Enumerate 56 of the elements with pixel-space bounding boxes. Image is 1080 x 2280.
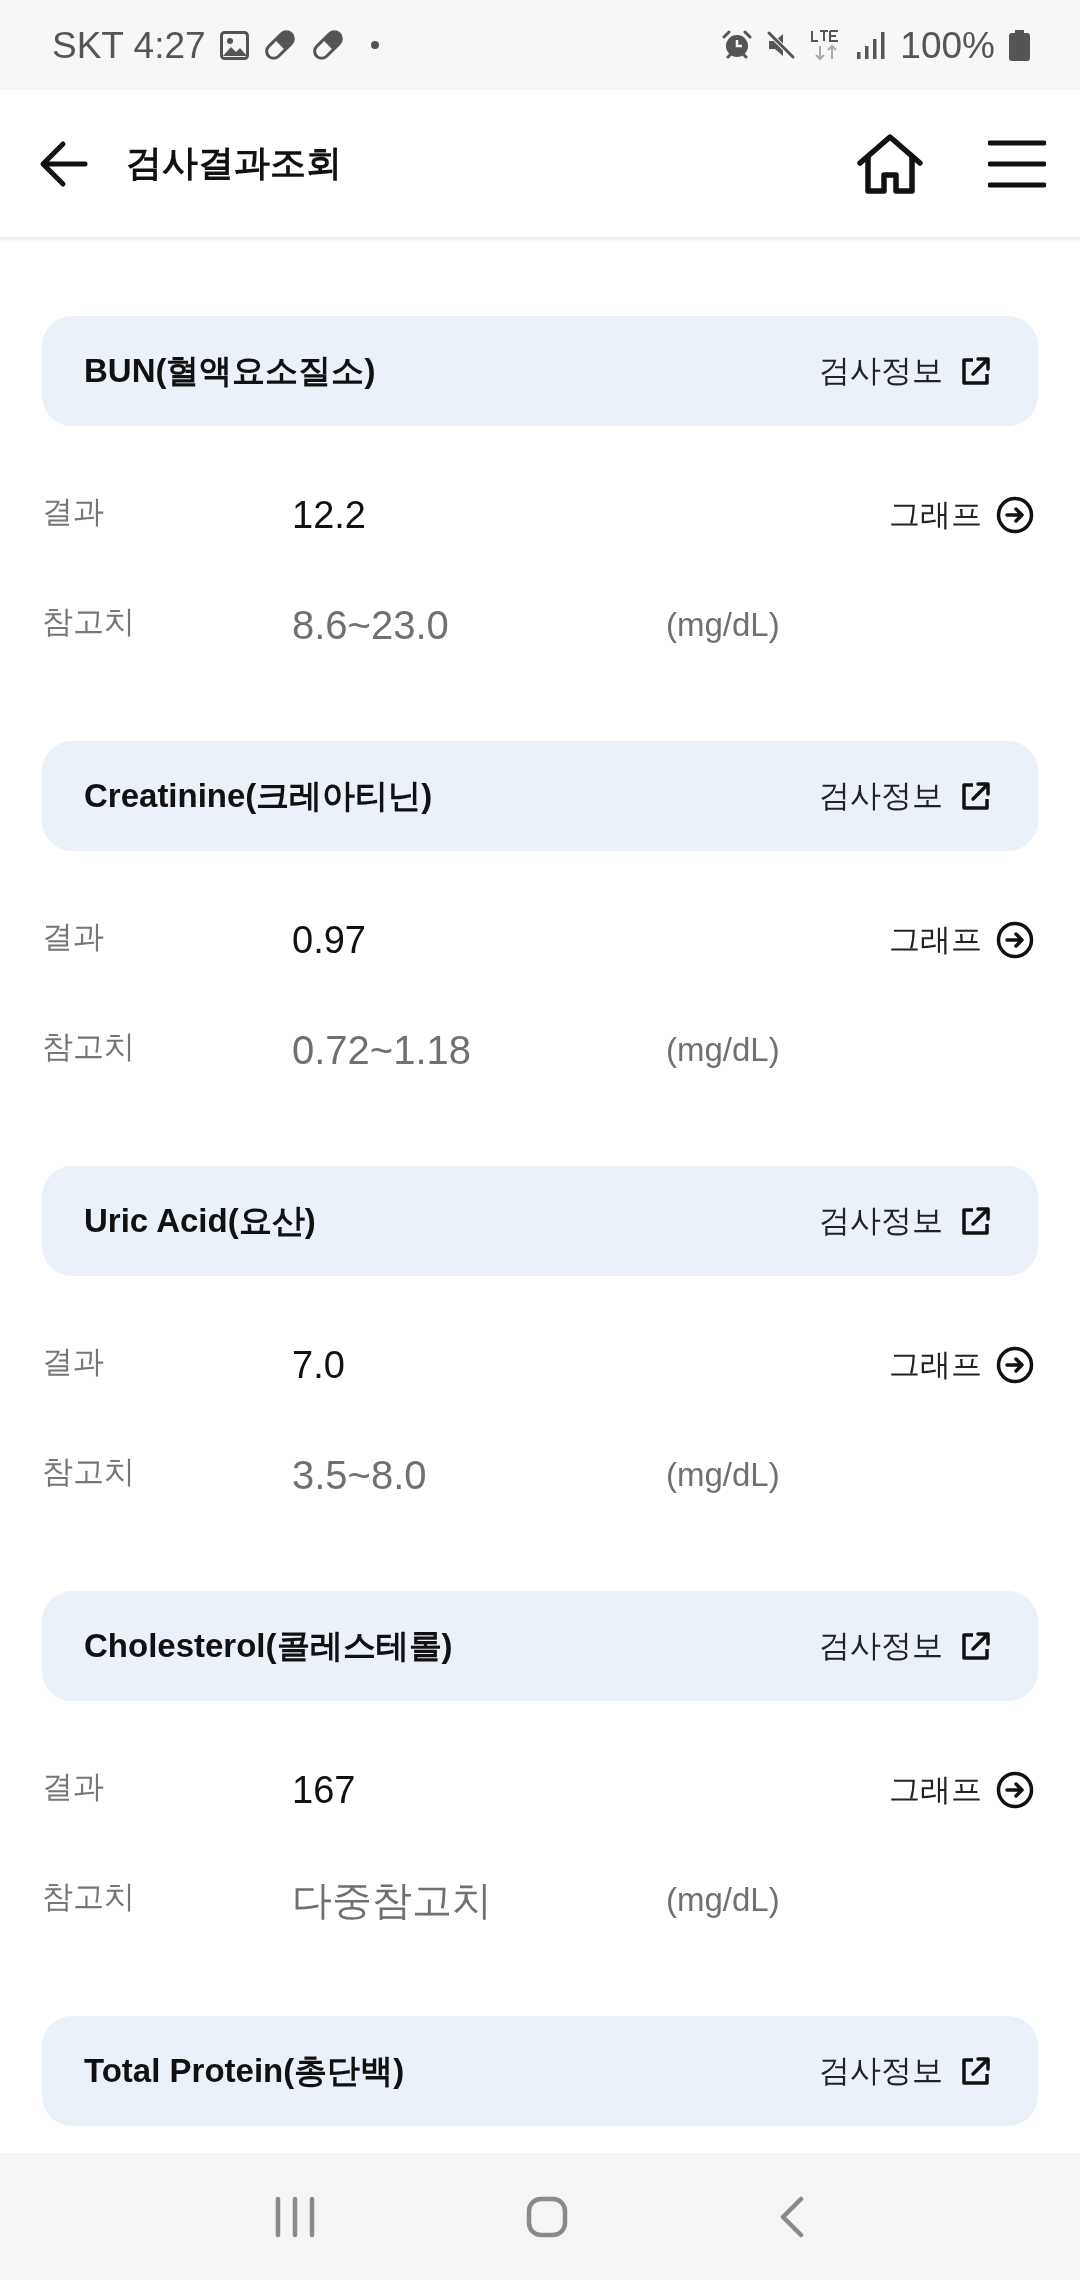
back-button[interactable] bbox=[38, 139, 88, 188]
unit-text: (mg/dL) bbox=[666, 1031, 780, 1069]
unit-text: (mg/dL) bbox=[666, 1881, 780, 1919]
menu-button[interactable] bbox=[988, 138, 1046, 189]
reference-label: 참고치 bbox=[42, 603, 135, 641]
signal-icon bbox=[856, 30, 887, 60]
info-link[interactable]: 검사정보 bbox=[819, 350, 992, 392]
battery-percent: 100% bbox=[900, 26, 995, 64]
unit-text: (mg/dL) bbox=[666, 1456, 780, 1494]
external-link-icon bbox=[959, 1204, 992, 1238]
pill-icon bbox=[262, 28, 297, 62]
battery-icon bbox=[1009, 29, 1030, 61]
result-label: 결과 bbox=[42, 1768, 104, 1806]
reference-label: 참고치 bbox=[42, 1028, 135, 1066]
info-link[interactable]: 검사정보 bbox=[819, 1625, 992, 1667]
test-name: Creatinine(크레아티닌) bbox=[84, 775, 433, 816]
external-link-icon bbox=[959, 2054, 992, 2088]
reference-label: 참고치 bbox=[42, 1878, 135, 1916]
pill-icon bbox=[310, 28, 345, 62]
external-link-icon bbox=[959, 779, 992, 813]
result-value: 167 bbox=[292, 1768, 356, 1812]
alarm-icon bbox=[722, 30, 753, 60]
result-value: 12.2 bbox=[292, 493, 366, 537]
notification-dot-icon bbox=[370, 41, 379, 49]
carrier-time: SKT 4:27 bbox=[52, 26, 206, 64]
graph-link[interactable]: 그래프 bbox=[889, 919, 1034, 961]
test-name: Uric Acid(요산) bbox=[84, 1200, 316, 1241]
home-button[interactable] bbox=[856, 132, 924, 195]
reference-range: 8.6~23.0 bbox=[292, 602, 449, 648]
reference-range: 3.5~8.0 bbox=[292, 1452, 427, 1498]
test-name: BUN(혈액요소질소) bbox=[84, 350, 376, 391]
reference-label: 참고치 bbox=[42, 1453, 135, 1491]
graph-link[interactable]: 그래프 bbox=[889, 1769, 1034, 1811]
page-title: 검사결과조회 bbox=[126, 141, 342, 185]
home-nav-button[interactable] bbox=[526, 2195, 568, 2238]
test-name: Total Protein(총단백) bbox=[84, 2050, 405, 2091]
info-link[interactable]: 검사정보 bbox=[819, 2050, 992, 2092]
external-link-icon bbox=[959, 354, 992, 388]
image-icon bbox=[219, 30, 249, 60]
info-link[interactable]: 검사정보 bbox=[819, 1200, 992, 1242]
result-label: 결과 bbox=[42, 918, 104, 956]
result-value: 0.97 bbox=[292, 918, 366, 962]
back-nav-button[interactable] bbox=[778, 2195, 805, 2238]
mute-icon bbox=[766, 30, 797, 60]
info-link[interactable]: 검사정보 bbox=[819, 775, 992, 817]
external-link-icon bbox=[959, 1629, 992, 1663]
result-label: 결과 bbox=[42, 493, 104, 531]
test-name: Cholesterol(콜레스테롤) bbox=[84, 1625, 453, 1666]
recent-apps-button[interactable] bbox=[275, 2195, 316, 2238]
graph-link[interactable]: 그래프 bbox=[889, 494, 1034, 536]
unit-text: (mg/dL) bbox=[666, 606, 780, 644]
reference-range: 0.72~1.18 bbox=[292, 1027, 472, 1073]
result-label: 결과 bbox=[42, 1343, 104, 1381]
result-value: 7.0 bbox=[292, 1343, 345, 1387]
graph-link[interactable]: 그래프 bbox=[889, 1344, 1034, 1386]
reference-range: 다중참고치 bbox=[292, 1876, 492, 1924]
